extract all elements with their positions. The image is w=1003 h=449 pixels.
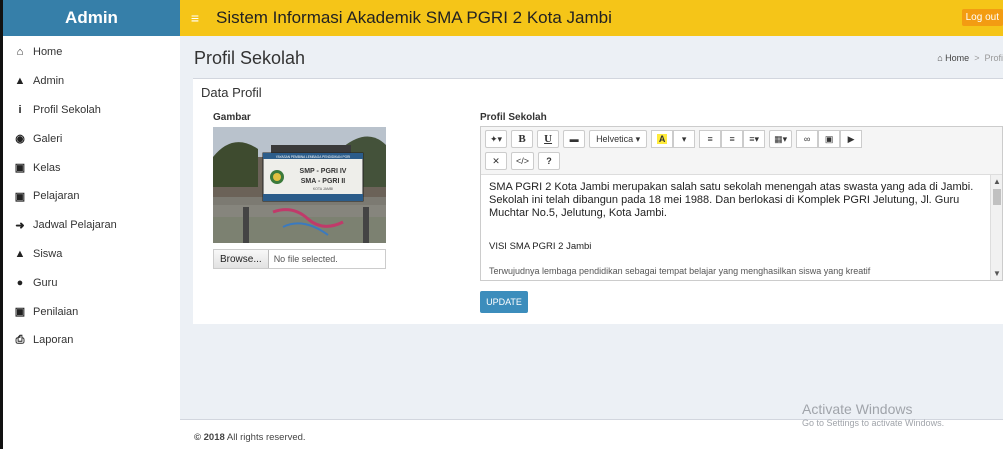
editor-paragraph: VISI SMA PGRI 2 Jambi: [489, 241, 592, 252]
file-input[interactable]: Browse... No file selected.: [213, 249, 386, 269]
info-icon: i: [18, 103, 22, 116]
help-icon[interactable]: ?: [538, 152, 561, 170]
sidebar-item-kelas[interactable]: ▣ Kelas: [3, 153, 180, 182]
briefcase-icon: ▣: [14, 190, 26, 203]
editor-paragraph: Terwujudnya lembaga pendidikan sebagai t…: [489, 266, 871, 276]
sidebar-item-label: Jadwal Pelajaran: [33, 219, 117, 232]
sidebar-item-laporan[interactable]: ⎙ Laporan: [3, 326, 180, 355]
sidebar-item-label: Home: [33, 46, 63, 59]
footer-rights: All rights reserved.: [226, 432, 306, 443]
windows-watermark: Activate Windows Go to Settings to activ…: [802, 401, 944, 428]
navbar: ≡ Sistem Informasi Akademik SMA PGRI 2 K…: [180, 0, 1003, 36]
magic-style-icon[interactable]: ✦▾: [485, 130, 508, 148]
file-status: No file selected.: [273, 254, 338, 264]
sidebar: ⌂ Home ▲ Admin i Profil Sekolah ◉ Galeri…: [0, 36, 180, 449]
sidebar-item-admin[interactable]: ▲ Admin: [3, 67, 180, 96]
link-icon[interactable]: ∞: [796, 130, 819, 148]
sidebar-item-jadwal-pelajaran[interactable]: ➜ Jadwal Pelajaran: [3, 211, 180, 240]
sidebar-item-galeri[interactable]: ◉ Galeri: [3, 124, 180, 153]
sidebar-item-siswa[interactable]: ▲ Siswa: [3, 240, 180, 269]
editor-paragraph: SMA PGRI 2 Kota Jambi merupakan salah sa…: [489, 181, 974, 219]
sign-text: YAYASAN PEMBINA LEMBAGA PENDIDIKAN PGRI: [276, 155, 351, 159]
hamburger-icon[interactable]: ≡: [180, 10, 210, 26]
print-icon: ⎙: [15, 333, 25, 346]
sidebar-item-label: Admin: [33, 75, 65, 88]
footer-text: © 2018 All rights reserved.: [194, 432, 306, 443]
scroll-up-icon[interactable]: ▲: [991, 175, 1002, 188]
editor-scrollbar[interactable]: ▲ ▼: [990, 175, 1002, 280]
school-photo: YAYASAN PEMBINA LEMBAGA PENDIDIKAN PGRI …: [213, 127, 386, 243]
text-color-button[interactable]: A: [651, 130, 674, 148]
color-dropdown-icon[interactable]: ▾: [673, 130, 696, 148]
font-family-select[interactable]: Helvetica ▾: [589, 130, 648, 148]
table-icon[interactable]: ▦▾: [769, 130, 793, 148]
box-title: Data Profil: [201, 85, 262, 100]
rich-text-editor: ✦▾ B U ▬ Helvetica ▾ A ▾ ≡ ≡ ≡▾ ▦▾ ∞ ▣ ▶…: [480, 126, 1003, 281]
breadcrumb-home[interactable]: Home: [945, 53, 969, 63]
eraser-icon[interactable]: ▬: [563, 130, 586, 148]
sidebar-item-penilaian[interactable]: ▣ Penilaian: [3, 297, 180, 326]
briefcase-icon: ▣: [14, 162, 26, 175]
breadcrumb-separator: >: [971, 53, 982, 63]
update-button[interactable]: UPDATE: [480, 291, 528, 313]
sidebar-item-pelajaran[interactable]: ▣ Pelajaran: [3, 182, 180, 211]
brand-logo[interactable]: Admin: [0, 0, 180, 36]
sidebar-item-label: Penilaian: [33, 305, 79, 318]
sidebar-item-label: Kelas: [33, 161, 61, 174]
sidebar-item-profil-sekolah[interactable]: i Profil Sekolah: [3, 96, 180, 125]
briefcase-icon: ▣: [14, 306, 26, 319]
content-header: Profil Sekolah ⌂ Home > Profi: [180, 36, 1003, 76]
sidebar-item-label: Guru: [33, 276, 58, 289]
top-bar: Admin ≡ Sistem Informasi Akademik SMA PG…: [0, 0, 1003, 36]
page-title: Profil Sekolah: [194, 48, 306, 68]
fullscreen-icon[interactable]: ✕: [485, 152, 507, 170]
profile-box: Data Profil Gambar YAYASAN PEMBINA LEMBA…: [193, 78, 1003, 324]
image-label: Gambar: [213, 112, 251, 123]
arrow-right-icon: ➜: [15, 219, 25, 232]
user-icon: ▲: [14, 75, 26, 88]
sidebar-item-label: Pelajaran: [33, 190, 80, 203]
watermark-subtitle: Go to Settings to activate Windows.: [802, 418, 945, 428]
font-name: Helvetica: [596, 134, 634, 144]
home-icon: ⌂: [16, 46, 24, 59]
users-icon: ●: [16, 276, 24, 289]
code-view-icon[interactable]: </>: [511, 152, 535, 170]
video-icon[interactable]: ▶: [840, 130, 863, 148]
editor-content[interactable]: SMA PGRI 2 Kota Jambi merupakan salah sa…: [481, 175, 1002, 280]
camera-icon: ◉: [15, 133, 25, 146]
footer-year: © 2018: [194, 432, 225, 443]
browse-button[interactable]: Browse...: [214, 250, 269, 268]
underline-button[interactable]: U: [537, 130, 560, 148]
school-photo-drawing: YAYASAN PEMBINA LEMBAGA PENDIDIKAN PGRI …: [213, 127, 386, 243]
paragraph-align-icon[interactable]: ≡▾: [743, 130, 766, 148]
user-icon: ▲: [14, 247, 26, 260]
bold-button[interactable]: B: [511, 130, 534, 148]
sidebar-item-label: Profil Sekolah: [33, 103, 101, 116]
logout-button[interactable]: Log out: [961, 9, 1003, 26]
home-icon: ⌂: [937, 53, 943, 63]
profile-label: Profil Sekolah: [480, 112, 547, 123]
breadcrumb-current: Profi: [984, 53, 1003, 63]
watermark-title: Activate Windows: [802, 401, 913, 417]
sign-text: SMP - PGRI IV: [300, 168, 347, 175]
sign-text: KOTA JAMBI: [313, 187, 333, 191]
app-title: Sistem Informasi Akademik SMA PGRI 2 Kot…: [216, 8, 612, 27]
sidebar-item-home[interactable]: ⌂ Home: [3, 38, 180, 67]
sign-text: SMA - PGRI II: [301, 178, 346, 185]
editor-toolbar: ✦▾ B U ▬ Helvetica ▾ A ▾ ≡ ≡ ≡▾ ▦▾ ∞ ▣ ▶…: [481, 127, 1002, 175]
sidebar-item-label: Galeri: [33, 132, 63, 145]
sidebar-item-label: Siswa: [33, 247, 63, 260]
scroll-down-icon[interactable]: ▼: [991, 267, 1002, 280]
breadcrumb: ⌂ Home > Profi: [937, 53, 1003, 63]
ordered-list-icon[interactable]: ≡: [721, 130, 744, 148]
unordered-list-icon[interactable]: ≡: [699, 130, 722, 148]
picture-icon[interactable]: ▣: [818, 130, 841, 148]
sidebar-item-label: Laporan: [33, 334, 74, 347]
scroll-thumb[interactable]: [993, 189, 1001, 205]
sidebar-item-guru[interactable]: ● Guru: [3, 268, 180, 297]
